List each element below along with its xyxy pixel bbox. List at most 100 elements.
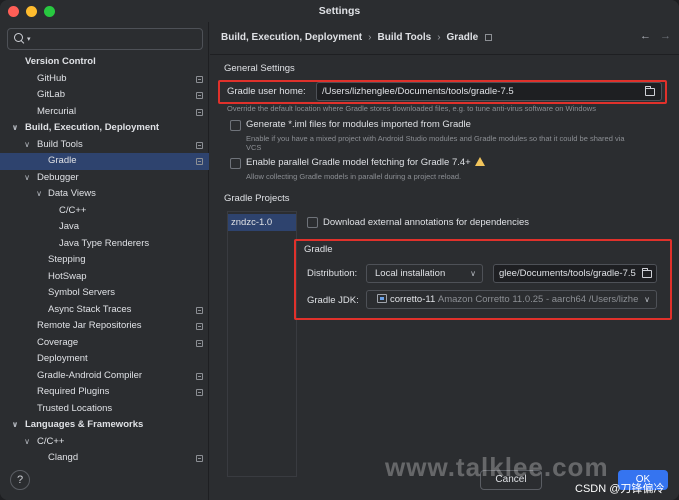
project-level-icon	[196, 141, 203, 149]
zoom-window-button[interactable]	[44, 6, 55, 17]
sidebar-item[interactable]: Clangd	[0, 450, 209, 467]
sidebar-item-label: C/C++	[59, 204, 87, 216]
sidebar-item-label: Data Views	[48, 188, 96, 199]
breadcrumb-item: Build Tools	[377, 31, 432, 43]
expand-chevron-icon[interactable]: ∨	[22, 434, 32, 451]
sidebar-item[interactable]: ∨ Languages & Frameworks	[0, 417, 209, 434]
sidebar-item[interactable]: Symbol Servers	[0, 285, 209, 302]
project-level-icon	[196, 75, 203, 83]
sidebar-item[interactable]: Version Control	[0, 54, 209, 71]
browse-folder-icon[interactable]	[642, 268, 652, 278]
expand-chevron-icon[interactable]: ∨	[10, 120, 20, 137]
sidebar-item[interactable]: GitHub	[0, 71, 209, 88]
download-annotations-checkbox[interactable]	[307, 217, 318, 228]
expand-chevron-icon[interactable]: ∨	[22, 137, 32, 154]
help-button[interactable]: ?	[10, 470, 30, 490]
gradle-projects-heading: Gradle Projects	[224, 193, 290, 204]
sidebar-item[interactable]: ∨ C/C++	[0, 434, 209, 451]
parallel-fetching-checkbox[interactable]	[230, 158, 241, 169]
window-title: Settings	[318, 5, 361, 17]
sidebar-item[interactable]: Remote Jar Repositories	[0, 318, 209, 335]
sidebar-item-label: Stepping	[48, 254, 86, 265]
sidebar-item-label: GitLab	[37, 89, 65, 100]
distribution-select[interactable]: Local installation ∨	[366, 264, 483, 283]
header-divider	[210, 54, 679, 55]
project-list-item[interactable]: zndzc-1.0	[228, 214, 296, 231]
search-icon	[14, 33, 26, 45]
project-level-icon	[196, 323, 203, 330]
sidebar-item-label: Remote Jar Repositories	[37, 320, 142, 331]
settings-search-input[interactable]: ▾	[7, 28, 203, 50]
gradle-heading: Gradle	[304, 244, 333, 255]
project-level-icon	[196, 372, 203, 380]
chevron-down-icon: ∨	[641, 291, 650, 308]
project-level-icon	[196, 158, 203, 165]
minimize-window-button[interactable]	[26, 6, 37, 17]
sidebar-item[interactable]: Java Type Renderers	[0, 236, 209, 253]
close-window-button[interactable]	[8, 6, 19, 17]
breadcrumb-separator: ›	[437, 31, 441, 43]
sidebar-item-label: Languages & Frameworks	[25, 419, 144, 430]
sidebar-item-label: Mercurial	[37, 105, 77, 117]
generate-iml-label: Generate *.iml files for modules importe…	[246, 119, 471, 130]
sidebar-item[interactable]: ∨ Build, Execution, Deployment	[0, 120, 209, 137]
highlight-user-home	[218, 80, 667, 104]
gradle-jdk-select[interactable]: corretto-11 Amazon Corretto 11.0.25 - aa…	[366, 290, 657, 309]
sidebar-item-label: Version Control	[25, 56, 96, 67]
sidebar-item-label: Gradle-Android Compiler	[37, 369, 143, 381]
sidebar-item-label: Java Type Renderers	[59, 237, 150, 249]
sidebar-item[interactable]: ∨ Data Views	[0, 186, 209, 203]
sidebar-item-label: Coverage	[37, 336, 79, 348]
sidebar-item[interactable]: Java	[0, 219, 209, 236]
sidebar-item-label: Build Tools	[37, 138, 83, 150]
sidebar-item-label: Symbol Servers	[48, 287, 116, 298]
sidebar-item[interactable]: Stepping	[0, 252, 209, 269]
forward-arrow-button[interactable]: →	[660, 30, 671, 42]
settings-sidebar: ▾ Version Control GitHub GitLab Mercurial ∨ B…	[0, 22, 209, 500]
sidebar-item-label: Trusted Locations	[37, 402, 113, 414]
sidebar-item[interactable]: Required Plugins	[0, 384, 209, 401]
project-level-icon	[196, 92, 203, 99]
sidebar-item[interactable]: Coverage	[0, 335, 209, 352]
generate-iml-checkbox[interactable]	[230, 120, 241, 131]
search-options-chevron-icon[interactable]: ▾	[27, 35, 31, 43]
breadcrumb-separator: ›	[368, 31, 372, 43]
sidebar-item-label: Clangd	[48, 452, 79, 463]
sidebar-item[interactable]: ∨ Build Tools	[0, 137, 209, 154]
parallel-fetching-hint: Allow collecting Gradle models in parall…	[246, 172, 462, 181]
sidebar-item[interactable]: Gradle-Android Compiler	[0, 368, 209, 385]
distribution-path-field[interactable]: glee/Documents/tools/gradle-7.5	[493, 264, 657, 283]
sidebar-item[interactable]: C/C++	[0, 203, 209, 220]
sidebar-item[interactable]: GitLab	[0, 87, 209, 104]
sidebar-item[interactable]: Deployment	[0, 351, 209, 368]
gradle-projects-list: zndzc-1.0	[227, 211, 297, 477]
jdk-detail: Amazon Corretto 11.0.25 - aarch64 /Users…	[437, 294, 639, 305]
jdk-folder-icon	[377, 294, 387, 303]
sidebar-item-label: Async Stack Traces	[48, 303, 132, 315]
sidebar-item[interactable]: Async Stack Traces	[0, 302, 209, 319]
sidebar-item[interactable]: Mercurial	[0, 104, 209, 121]
breadcrumb: Build, Execution, Deployment › Build Too…	[221, 30, 493, 44]
sidebar-item[interactable]: ∨ Debugger	[0, 170, 209, 187]
sidebar-item-label: Required Plugins	[37, 386, 110, 397]
sidebar-item-label: Build, Execution, Deployment	[25, 122, 160, 133]
chevron-down-icon: ∨	[470, 269, 476, 278]
distribution-label: Distribution:	[307, 268, 358, 279]
window-controls	[8, 6, 55, 17]
sidebar-item[interactable]: HotSwap	[0, 269, 209, 286]
settings-tree: Version Control GitHub GitLab Mercurial ∨ Bui…	[0, 54, 209, 467]
project-level-icon	[196, 389, 203, 396]
expand-chevron-icon[interactable]: ∨	[22, 170, 32, 187]
generate-iml-hint: Enable if you have a mixed project with …	[246, 134, 625, 143]
warning-icon	[474, 157, 485, 166]
breadcrumb-item: Gradle	[446, 31, 479, 43]
expand-chevron-icon[interactable]: ∨	[34, 186, 44, 203]
back-arrow-button[interactable]: ←	[640, 30, 651, 42]
sidebar-item-label: Gradle	[48, 155, 77, 166]
sidebar-item-label: HotSwap	[48, 270, 87, 282]
download-annotations-label: Download external annotations for depend…	[323, 217, 529, 228]
parallel-fetching-label: Enable parallel Gradle model fetching fo…	[246, 157, 485, 168]
sidebar-item[interactable]: Trusted Locations	[0, 401, 209, 418]
sidebar-item[interactable]: Gradle	[0, 153, 209, 170]
expand-chevron-icon[interactable]: ∨	[10, 417, 20, 434]
